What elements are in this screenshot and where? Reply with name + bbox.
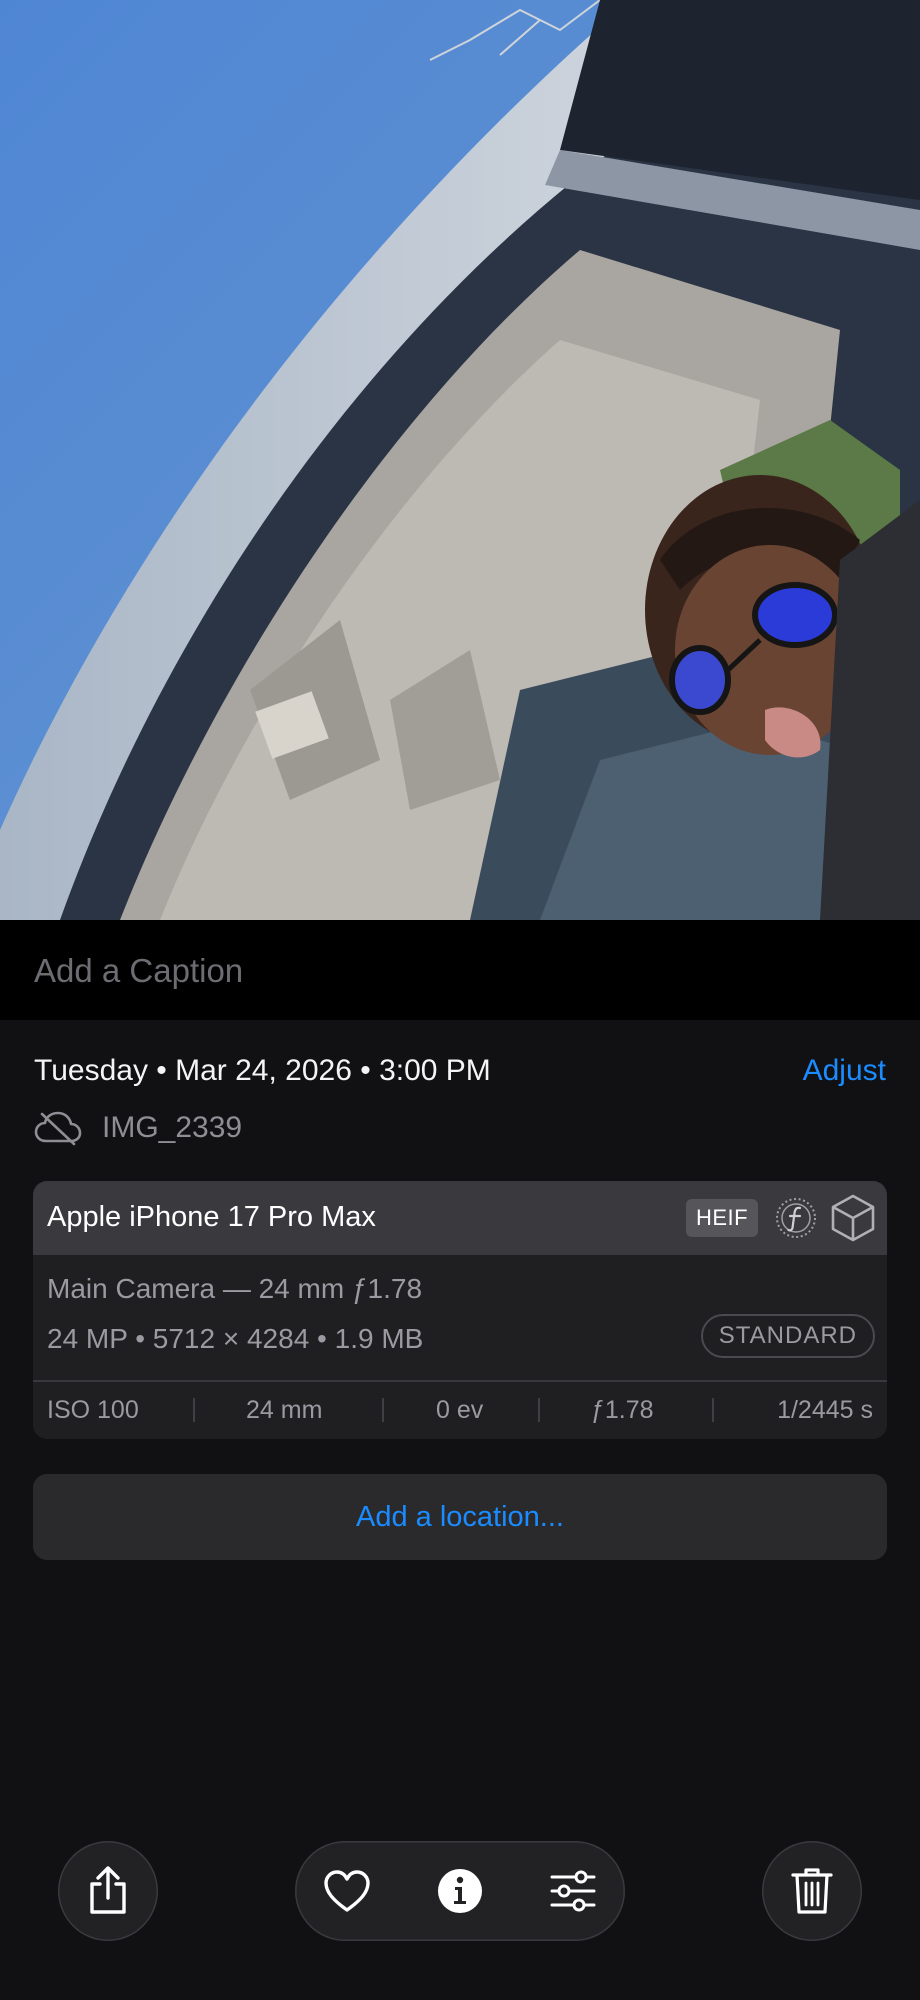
caption-area (0, 920, 920, 1020)
cloud-off-icon (34, 1111, 82, 1146)
sliders-icon (550, 1870, 596, 1912)
exif-separator (382, 1398, 384, 1422)
exif-shutter: 1/2445 s (777, 1396, 873, 1424)
add-location-button[interactable]: Add a location... (33, 1474, 887, 1560)
exif-iso: ISO 100 (47, 1396, 139, 1424)
aperture-f-icon[interactable] (773, 1195, 819, 1241)
photo-info-screen: Tuesday • Mar 24, 2026 • 3:00 PM Adjust … (0, 0, 920, 2000)
share-icon (90, 1866, 126, 1914)
info-button[interactable] (432, 1863, 488, 1919)
info-icon (438, 1869, 482, 1913)
caption-input[interactable] (34, 948, 886, 994)
exif-exposure: 0 ev (436, 1396, 484, 1424)
exif-separator (193, 1398, 195, 1422)
file-info: IMG_2339 (34, 1106, 242, 1150)
edit-adjust-button[interactable] (545, 1863, 601, 1919)
exif-separator (538, 1398, 540, 1422)
exif-separator (712, 1398, 714, 1422)
photo-view[interactable] (0, 0, 920, 920)
adjust-date-link[interactable]: Adjust (803, 1054, 886, 1088)
file-name: IMG_2339 (102, 1111, 243, 1144)
delete-button[interactable] (762, 1841, 862, 1941)
share-button[interactable] (58, 1841, 158, 1941)
favorite-button[interactable] (319, 1863, 375, 1919)
photographic-style-badge: STANDARD (700, 1314, 875, 1358)
camera-info-card[interactable]: Apple iPhone 17 Pro Max HEIF Main Camera… (33, 1181, 887, 1439)
action-pill (295, 1841, 625, 1941)
image-specs: 24 MP • 5712 × 4284 • 1.9 MB (47, 1323, 424, 1354)
device-name: Apple iPhone 17 Pro Max (47, 1201, 376, 1233)
camera-card-header: Apple iPhone 17 Pro Max HEIF (33, 1181, 887, 1255)
exif-row: ISO 100 24 mm 0 ev ƒ1.78 1/2445 s (33, 1382, 887, 1439)
format-badge: HEIF (686, 1199, 759, 1237)
cube-icon[interactable] (829, 1193, 877, 1243)
heart-icon (324, 1870, 370, 1912)
photo-image (0, 0, 920, 920)
photo-date: Tuesday • Mar 24, 2026 • 3:00 PM (34, 1054, 491, 1087)
lens-info: Main Camera — 24 mm ƒ1.78 (47, 1273, 423, 1304)
exif-aperture: ƒ1.78 (591, 1396, 654, 1424)
exif-focal-length: 24 mm (246, 1396, 323, 1424)
trash-icon (791, 1868, 833, 1914)
